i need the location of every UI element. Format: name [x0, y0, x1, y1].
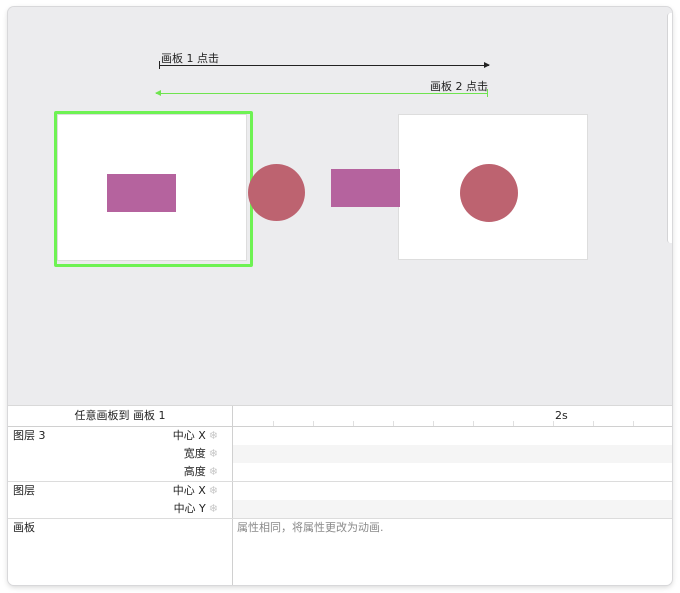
layer-name: 图层 3	[13, 429, 46, 442]
layer-name: 画板	[13, 521, 35, 534]
circle-layer-outside[interactable]	[248, 164, 305, 221]
timeline-track: 属性相同，将属性更改为动画.	[233, 519, 672, 537]
property-name: 高度	[183, 465, 206, 478]
timeline-hint-text: 属性相同，将属性更改为动画.	[237, 521, 384, 534]
rectangle-layer-artboard-1[interactable]	[107, 174, 176, 212]
rectangle-layer-outside[interactable]	[331, 169, 400, 207]
arrow-left-icon	[155, 90, 161, 96]
timeline-track[interactable]	[233, 463, 672, 481]
timeline-row[interactable]: 中心 Y ❄	[8, 500, 672, 518]
timeline-row[interactable]: 图层 3 中心 X ❄	[8, 427, 672, 445]
timeline-track[interactable]	[233, 427, 672, 445]
property-name: 中心 Y	[173, 502, 206, 515]
timeline-track[interactable]	[233, 482, 672, 500]
snowflake-icon[interactable]: ❄	[209, 502, 218, 515]
side-panel-edge[interactable]	[667, 13, 672, 243]
snowflake-icon[interactable]: ❄	[209, 447, 218, 460]
circle-layer-artboard-2[interactable]	[460, 164, 518, 222]
transition-label-artboard-2: 画板 2 点击	[430, 80, 488, 93]
arrow-right-icon	[484, 62, 490, 68]
artboard-canvas[interactable]: 画板 1 点击 画板 2 点击	[8, 7, 672, 405]
timeline-row[interactable]: 高度 ❄	[8, 463, 672, 481]
timeline-track[interactable]	[233, 445, 672, 463]
app-window: 画板 1 点击 画板 2 点击 任意画板到 画板 1 2s 图层 3 中心 X …	[8, 7, 672, 585]
timeline-row[interactable]: 图层 中心 X ❄	[8, 481, 672, 500]
timeline-track[interactable]	[233, 500, 672, 518]
timeline-row[interactable]: 宽度 ❄	[8, 445, 672, 463]
timeline-ruler[interactable]: 2s	[233, 406, 672, 427]
timeline-row[interactable]: 画板 属性相同，将属性更改为动画.	[8, 518, 672, 537]
time-label: 2s	[555, 409, 568, 422]
timeline-title: 任意画板到 画板 1	[8, 406, 232, 427]
snowflake-icon[interactable]: ❄	[209, 484, 218, 497]
snowflake-icon[interactable]: ❄	[209, 465, 218, 478]
property-name: 宽度	[183, 447, 206, 460]
layer-name: 图层	[13, 484, 35, 497]
property-name: 中心 X	[172, 484, 206, 497]
transition-label-artboard-1: 画板 1 点击	[161, 52, 219, 65]
timeline-panel: 任意画板到 画板 1 2s 图层 3 中心 X ❄ 宽度 ❄ 高度 ❄ 图层 中…	[8, 405, 672, 585]
transition-arrow-artboard-1[interactable]	[159, 61, 490, 69]
property-name: 中心 X	[172, 429, 206, 442]
transition-arrow-artboard-2[interactable]	[155, 89, 488, 97]
snowflake-icon[interactable]: ❄	[209, 429, 218, 442]
